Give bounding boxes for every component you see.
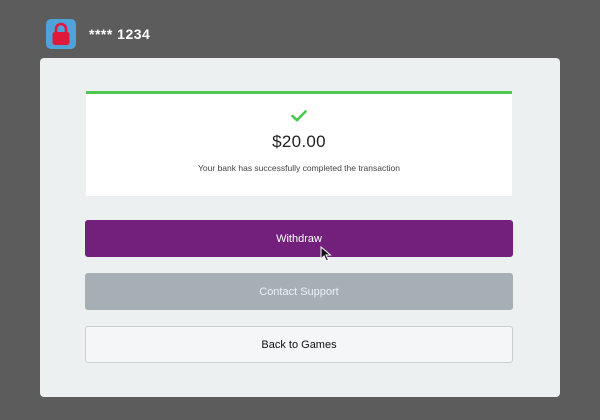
transaction-amount: $20.00: [272, 132, 326, 151]
page: **** 1234 $20.00 Your bank has successfu…: [0, 0, 600, 420]
check-icon: [291, 109, 307, 127]
account-header: **** 1234: [46, 19, 150, 49]
success-message: Your bank has successfully completed the…: [198, 163, 400, 173]
lock-icon: [46, 19, 76, 49]
contact-support-button[interactable]: Contact Support: [85, 273, 513, 310]
back-to-games-button[interactable]: Back to Games: [85, 326, 513, 363]
success-panel: $20.00 Your bank has successfully comple…: [86, 91, 512, 196]
account-number: **** 1234: [89, 26, 151, 42]
withdraw-button[interactable]: Withdraw: [85, 220, 513, 257]
transaction-card: $20.00 Your bank has successfully comple…: [40, 58, 560, 397]
